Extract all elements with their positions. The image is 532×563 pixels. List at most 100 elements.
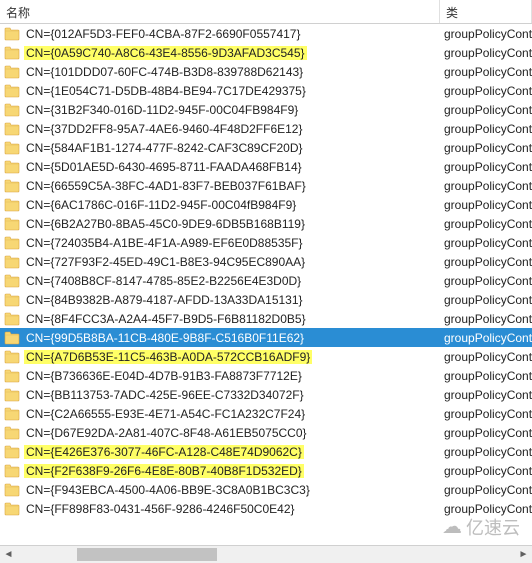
list-item[interactable]: CN={31B2F340-016D-11D2-945F-00C04FB984F9… [0, 100, 532, 119]
object-name: CN={584AF1B1-1274-477F-8242-CAF3C89CF20D… [24, 141, 305, 155]
cell-name: CN={0A59C740-A8C6-43E4-8556-9D3AFAD3C545… [0, 46, 440, 60]
cell-name: CN={101DDD07-60FC-474B-B3D8-839788D62143… [0, 65, 440, 79]
cell-name: CN={5D01AE5D-6430-4695-8711-FAADA468FB14… [0, 160, 440, 174]
cell-name: CN={F2F638F9-26F6-4E8E-80B7-40B8F1D532ED… [0, 464, 440, 478]
list-item[interactable]: CN={8F4FCC3A-A2A4-45F7-B9D5-F6B81182D0B5… [0, 309, 532, 328]
cell-type: groupPolicyContaine [440, 407, 532, 421]
folder-icon [4, 464, 20, 478]
list-item[interactable]: CN={1E054C71-D5DB-48B4-BE94-7C17DE429375… [0, 81, 532, 100]
object-list: CN={012AF5D3-FEF0-4CBA-87F2-6690F0557417… [0, 24, 532, 518]
cell-name: CN={1E054C71-D5DB-48B4-BE94-7C17DE429375… [0, 84, 440, 98]
cell-type: groupPolicyContaine [440, 350, 532, 364]
folder-icon [4, 293, 20, 307]
list-item[interactable]: CN={584AF1B1-1274-477F-8242-CAF3C89CF20D… [0, 138, 532, 157]
object-name: CN={37DD2FF8-95A7-4AE6-9460-4F48D2FF6E12… [24, 122, 304, 136]
folder-icon [4, 46, 20, 60]
cell-type: groupPolicyContaine [440, 331, 532, 345]
object-name: CN={C2A66555-E93E-4E71-A54C-FC1A232C7F24… [24, 407, 307, 421]
list-item[interactable]: CN={7408B8CF-8147-4785-85E2-B2256E4E3D0D… [0, 271, 532, 290]
cell-name: CN={8F4FCC3A-A2A4-45F7-B9D5-F6B81182D0B5… [0, 312, 440, 326]
list-item[interactable]: CN={724035B4-A1BE-4F1A-A989-EF6E0D88535F… [0, 233, 532, 252]
object-name: CN={724035B4-A1BE-4F1A-A989-EF6E0D88535F… [24, 236, 305, 250]
scroll-right-button[interactable]: ► [515, 546, 532, 563]
list-item[interactable]: CN={6AC1786C-016F-11D2-945F-00C04fB984F9… [0, 195, 532, 214]
list-item[interactable]: CN={101DDD07-60FC-474B-B3D8-839788D62143… [0, 62, 532, 81]
folder-icon [4, 274, 20, 288]
list-item[interactable]: CN={D67E92DA-2A81-407C-8F48-A61EB5075CC0… [0, 423, 532, 442]
list-item[interactable]: CN={99D5B8BA-11CB-480E-9B8F-C516B0F11E62… [0, 328, 532, 347]
folder-icon [4, 445, 20, 459]
folder-icon [4, 388, 20, 402]
scroll-left-button[interactable]: ◄ [0, 546, 17, 563]
column-header-name[interactable]: 名称 [0, 0, 440, 23]
cell-type: groupPolicyContaine [440, 274, 532, 288]
cell-name: CN={724035B4-A1BE-4F1A-A989-EF6E0D88535F… [0, 236, 440, 250]
cell-type: groupPolicyContaine [440, 369, 532, 383]
object-name: CN={31B2F340-016D-11D2-945F-00C04FB984F9… [24, 103, 300, 117]
cell-type: groupPolicyContaine [440, 141, 532, 155]
list-item[interactable]: CN={E426E376-3077-46FC-A128-C48E74D9062C… [0, 442, 532, 461]
cell-name: CN={31B2F340-016D-11D2-945F-00C04FB984F9… [0, 103, 440, 117]
cell-type: groupPolicyContaine [440, 160, 532, 174]
list-item[interactable]: CN={37DD2FF8-95A7-4AE6-9460-4F48D2FF6E12… [0, 119, 532, 138]
horizontal-scrollbar[interactable]: ◄ ► [0, 545, 532, 562]
cell-name: CN={E426E376-3077-46FC-A128-C48E74D9062C… [0, 445, 440, 459]
cell-name: CN={012AF5D3-FEF0-4CBA-87F2-6690F0557417… [0, 27, 440, 41]
cell-name: CN={D67E92DA-2A81-407C-8F48-A61EB5075CC0… [0, 426, 440, 440]
cell-type: groupPolicyContaine [440, 483, 532, 497]
list-item[interactable]: CN={A7D6B53E-11C5-463B-A0DA-572CCB16ADF9… [0, 347, 532, 366]
list-item[interactable]: CN={6B2A27B0-8BA5-45C0-9DE9-6DB5B168B119… [0, 214, 532, 233]
object-name: CN={6AC1786C-016F-11D2-945F-00C04fB984F9… [24, 198, 298, 212]
cell-type: groupPolicyContaine [440, 236, 532, 250]
folder-icon [4, 179, 20, 193]
object-name: CN={5D01AE5D-6430-4695-8711-FAADA468FB14… [24, 160, 304, 174]
folder-icon [4, 141, 20, 155]
cell-type: groupPolicyContaine [440, 426, 532, 440]
cell-type: groupPolicyContaine [440, 122, 532, 136]
scroll-track[interactable] [17, 546, 515, 563]
folder-icon [4, 103, 20, 117]
cell-type: groupPolicyContaine [440, 84, 532, 98]
object-name: CN={84B9382B-A879-4187-AFDD-13A33DA15131… [24, 293, 305, 307]
folder-icon [4, 84, 20, 98]
folder-icon [4, 160, 20, 174]
folder-icon [4, 255, 20, 269]
cell-type: groupPolicyContaine [440, 65, 532, 79]
cell-type: groupPolicyContaine [440, 312, 532, 326]
list-item[interactable]: CN={F2F638F9-26F6-4E8E-80B7-40B8F1D532ED… [0, 461, 532, 480]
list-item[interactable]: CN={012AF5D3-FEF0-4CBA-87F2-6690F0557417… [0, 24, 532, 43]
object-name: CN={F943EBCA-4500-4A06-BB9E-3C8A0B1BC3C3… [24, 483, 312, 497]
cell-name: CN={6AC1786C-016F-11D2-945F-00C04fB984F9… [0, 198, 440, 212]
cell-name: CN={37DD2FF8-95A7-4AE6-9460-4F48D2FF6E12… [0, 122, 440, 136]
scroll-thumb[interactable] [77, 548, 217, 561]
cell-name: CN={727F93F2-45ED-49C1-B8E3-94C95EC890AA… [0, 255, 440, 269]
object-name: CN={6B2A27B0-8BA5-45C0-9DE9-6DB5B168B119… [24, 217, 307, 231]
folder-icon [4, 407, 20, 421]
cell-type: groupPolicyContaine [440, 293, 532, 307]
cell-type: groupPolicyContaine [440, 198, 532, 212]
object-name: CN={D67E92DA-2A81-407C-8F48-A61EB5075CC0… [24, 426, 309, 440]
watermark: ☁ 亿速云 [442, 514, 520, 540]
list-item[interactable]: CN={0A59C740-A8C6-43E4-8556-9D3AFAD3C545… [0, 43, 532, 62]
cell-name: CN={84B9382B-A879-4187-AFDD-13A33DA15131… [0, 293, 440, 307]
list-item[interactable]: CN={C2A66555-E93E-4E71-A54C-FC1A232C7F24… [0, 404, 532, 423]
list-item[interactable]: CN={727F93F2-45ED-49C1-B8E3-94C95EC890AA… [0, 252, 532, 271]
cell-type: groupPolicyContaine [440, 217, 532, 231]
list-item[interactable]: CN={66559C5A-38FC-4AD1-83F7-BEB037F61BAF… [0, 176, 532, 195]
list-item[interactable]: CN={B736636E-E04D-4D7B-91B3-FA8873F7712E… [0, 366, 532, 385]
list-item[interactable]: CN={5D01AE5D-6430-4695-8711-FAADA468FB14… [0, 157, 532, 176]
folder-icon [4, 369, 20, 383]
cell-name: CN={F943EBCA-4500-4A06-BB9E-3C8A0B1BC3C3… [0, 483, 440, 497]
list-item[interactable]: CN={F943EBCA-4500-4A06-BB9E-3C8A0B1BC3C3… [0, 480, 532, 499]
cell-name: CN={A7D6B53E-11C5-463B-A0DA-572CCB16ADF9… [0, 350, 440, 364]
object-name: CN={99D5B8BA-11CB-480E-9B8F-C516B0F11E62… [24, 331, 306, 345]
list-item[interactable]: CN={84B9382B-A879-4187-AFDD-13A33DA15131… [0, 290, 532, 309]
cell-name: CN={66559C5A-38FC-4AD1-83F7-BEB037F61BAF… [0, 179, 440, 193]
column-header-type[interactable]: 类 [440, 0, 532, 23]
cell-type: groupPolicyContaine [440, 464, 532, 478]
cloud-icon: ☁ [442, 517, 462, 537]
object-name: CN={66559C5A-38FC-4AD1-83F7-BEB037F61BAF… [24, 179, 308, 193]
cell-name: CN={B736636E-E04D-4D7B-91B3-FA8873F7712E… [0, 369, 440, 383]
folder-icon [4, 65, 20, 79]
list-item[interactable]: CN={BB113753-7ADC-425E-96EE-C7332D34072F… [0, 385, 532, 404]
